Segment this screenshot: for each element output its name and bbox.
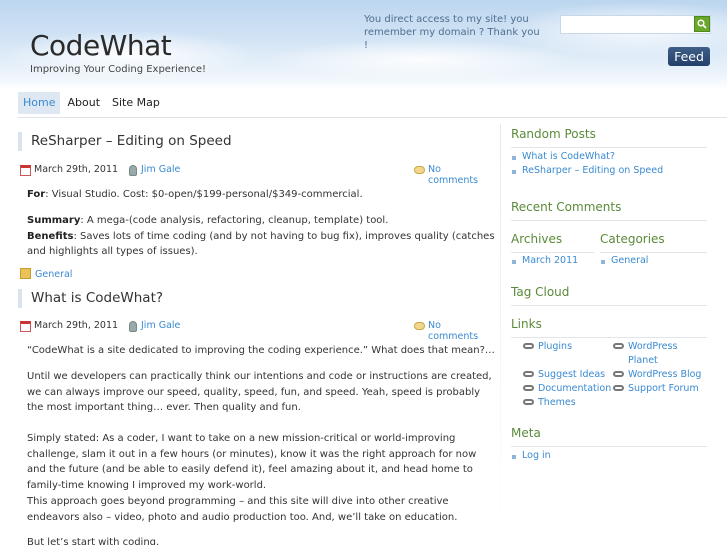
post-paragraph: This approach goes beyond programming – … [27, 496, 458, 523]
author-icon [129, 321, 137, 332]
blogroll-link[interactable]: Documentation [523, 382, 611, 396]
post-title[interactable]: ReSharper – Editing on Speed [18, 132, 232, 151]
widget-rule [511, 305, 707, 306]
post-paragraph: Until we developers can practically thin… [27, 371, 492, 413]
widget-rule [600, 252, 707, 253]
post-paragraph: “CodeWhat is a site dedicated to improvi… [27, 345, 495, 356]
link-icon [523, 399, 534, 405]
archive-link[interactable]: March 2011 [511, 255, 578, 266]
blogroll-link[interactable]: Suggest Ideas [523, 368, 605, 382]
search-button[interactable] [694, 16, 710, 32]
search-icon [697, 19, 707, 29]
blogroll-link[interactable]: Plugins [523, 340, 572, 354]
blogroll-link[interactable]: Themes [523, 396, 576, 410]
widget-heading: Links [511, 317, 542, 331]
post-meta: March 29th, 2011 Jim Gale No comments [18, 320, 492, 342]
benefits-label: Benefits [27, 230, 74, 242]
widget-rule [511, 446, 707, 447]
widget-heading: Random Posts [511, 127, 596, 141]
benefits-text: : Saves lots of time coding (and by not … [27, 230, 495, 258]
login-link[interactable]: Log in [511, 450, 551, 461]
post-author-link[interactable]: Jim Gale [141, 164, 180, 175]
post-author-link[interactable]: Jim Gale [141, 320, 180, 331]
widget-heading: Tag Cloud [511, 285, 570, 299]
header-note: You direct access to my site! you rememb… [364, 14, 540, 51]
widget-heading: Meta [511, 426, 541, 440]
post-title[interactable]: What is CodeWhat? [18, 289, 163, 308]
author-icon [129, 165, 137, 176]
link-icon [523, 385, 534, 391]
post-for-line: For: Visual Studio. Cost: $0-open/$199-p… [27, 187, 497, 203]
random-post-link[interactable]: What is CodeWhat? [511, 151, 615, 162]
widget-heading: Archives [511, 232, 563, 246]
search-input[interactable] [560, 15, 711, 34]
post-summary-block: Summary: A mega-(code analysis, refactor… [27, 213, 497, 260]
post-category: General [18, 268, 72, 280]
widget-rule [511, 252, 594, 253]
link-icon [613, 385, 624, 391]
comment-icon [414, 322, 425, 330]
calendar-icon [20, 165, 31, 176]
column-divider [500, 124, 501, 545]
widget-rule [511, 147, 707, 148]
category-link[interactable]: General [35, 269, 72, 280]
summary-text: : A mega-(code analysis, refactoring, cl… [80, 215, 389, 226]
post-meta: March 29th, 2011 Jim Gale No comments [18, 164, 492, 186]
post-paragraph: Simply stated: As a coder, I want to tak… [27, 433, 477, 491]
for-label: For [27, 189, 46, 200]
widget-rule [511, 337, 707, 338]
feed-button[interactable]: Feed [668, 47, 710, 66]
folder-icon [20, 268, 31, 279]
comment-icon [414, 166, 425, 174]
blogroll-link[interactable]: WordPress Planet [613, 340, 709, 368]
widget-rule [511, 220, 707, 221]
link-icon [613, 371, 624, 377]
blogroll-link[interactable]: Support Forum [613, 382, 699, 396]
summary-label: Summary [27, 215, 81, 226]
nav-divider [18, 117, 727, 118]
main-nav: Home About Site Map [18, 92, 167, 114]
post-comments-link[interactable]: No comments [428, 164, 492, 186]
blogroll-link[interactable]: WordPress Blog [613, 368, 701, 382]
nav-item-site-map[interactable]: Site Map [107, 92, 165, 114]
site-title[interactable]: CodeWhat [30, 29, 172, 62]
link-icon [523, 371, 534, 377]
link-icon [523, 343, 534, 349]
post-paragraph: But let’s start with coding. [27, 537, 160, 545]
link-icon [613, 343, 624, 349]
nav-item-about[interactable]: About [62, 92, 105, 114]
widget-heading: Categories [600, 232, 665, 246]
for-text: : Visual Studio. Cost: $0-open/$199-pers… [45, 189, 363, 200]
post-comments-link[interactable]: No comments [428, 320, 492, 342]
random-post-link[interactable]: ReSharper – Editing on Speed [511, 165, 663, 176]
site-tagline: Improving Your Coding Experience! [30, 64, 207, 75]
calendar-icon [20, 321, 31, 332]
post-date: March 29th, 2011 [34, 320, 119, 331]
category-link[interactable]: General [600, 255, 648, 266]
nav-item-home[interactable]: Home [18, 92, 61, 114]
post-date: March 29th, 2011 [34, 164, 119, 175]
widget-heading: Recent Comments [511, 200, 622, 214]
